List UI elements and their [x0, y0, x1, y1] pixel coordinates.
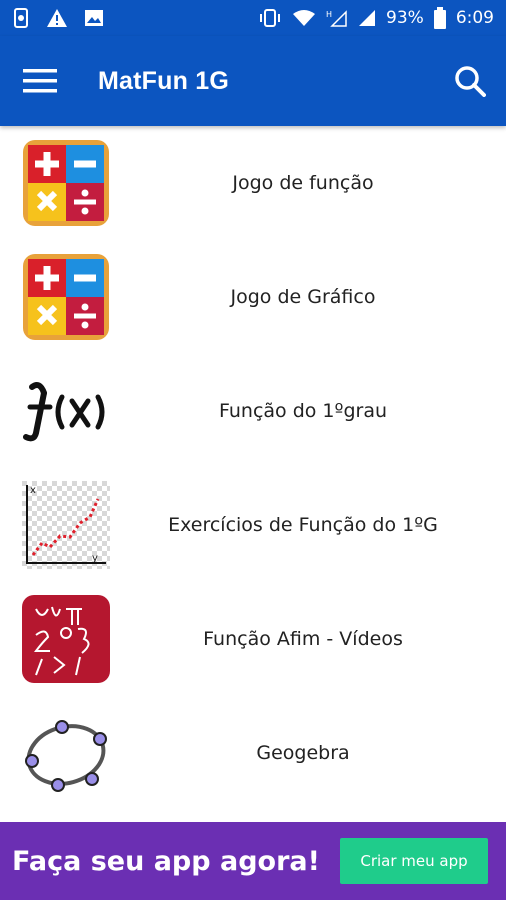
status-bar: H 93% 6:09	[0, 0, 506, 36]
math-operations-icon	[22, 139, 110, 227]
list-item-label: Jogo de função	[232, 172, 374, 194]
image-icon	[85, 10, 103, 26]
warning-icon	[47, 9, 67, 27]
menu-list: Jogo de função Jogo de Gráfico Função do…	[0, 126, 506, 822]
list-item-funcao-1-grau[interactable]: Função do 1ºgrau	[0, 354, 506, 468]
math-chalkboard-icon	[22, 595, 110, 683]
list-item-label: Geogebra	[256, 742, 350, 764]
svg-text:x: x	[30, 485, 36, 496]
search-icon	[455, 66, 486, 97]
math-operations-icon	[22, 253, 110, 341]
create-app-button[interactable]: Criar meu app	[340, 838, 488, 884]
battery-percent: 93%	[386, 8, 424, 28]
app-title: MatFun 1G	[98, 66, 229, 95]
ad-banner[interactable]: Faça seu app agora! Criar meu app	[0, 822, 506, 900]
list-item-exercicios[interactable]: x y Exercícios de Função do 1ºG	[0, 468, 506, 582]
ad-text: Faça seu app agora!	[12, 845, 320, 877]
menu-button[interactable]	[0, 36, 80, 126]
svg-text:y: y	[92, 553, 98, 564]
list-item-label: Exercícios de Função do 1ºG	[168, 514, 438, 536]
search-button[interactable]	[434, 36, 506, 126]
list-item-jogo-de-funcao[interactable]: Jogo de função	[0, 126, 506, 240]
svg-text:H: H	[326, 10, 332, 19]
list-item-label: Função Afim - Vídeos	[203, 628, 403, 650]
vibrate-icon	[260, 9, 281, 27]
list-item-label: Função do 1ºgrau	[218, 400, 388, 422]
list-item-geogebra[interactable]: Geogebra	[0, 696, 506, 810]
no-signal-icon: H	[326, 10, 347, 27]
clock-time: 6:09	[455, 8, 494, 28]
hamburger-menu-icon	[23, 69, 57, 93]
status-right-icons: H 93% 6:09	[258, 7, 494, 29]
wifi-icon	[293, 10, 316, 26]
list-item-label: Jogo de Gráfico	[230, 286, 376, 308]
geogebra-icon	[22, 709, 110, 797]
app-notification-icon	[14, 8, 28, 28]
battery-icon	[433, 7, 446, 29]
status-left-icons	[12, 8, 104, 28]
signal-icon	[359, 10, 376, 26]
app-bar: MatFun 1G	[0, 36, 506, 126]
list-item-funcao-afim-videos[interactable]: Função Afim - Vídeos	[0, 582, 506, 696]
line-graph-icon: x y	[22, 481, 110, 569]
list-item-jogo-de-grafico[interactable]: Jogo de Gráfico	[0, 240, 506, 354]
function-fx-icon	[22, 367, 110, 455]
